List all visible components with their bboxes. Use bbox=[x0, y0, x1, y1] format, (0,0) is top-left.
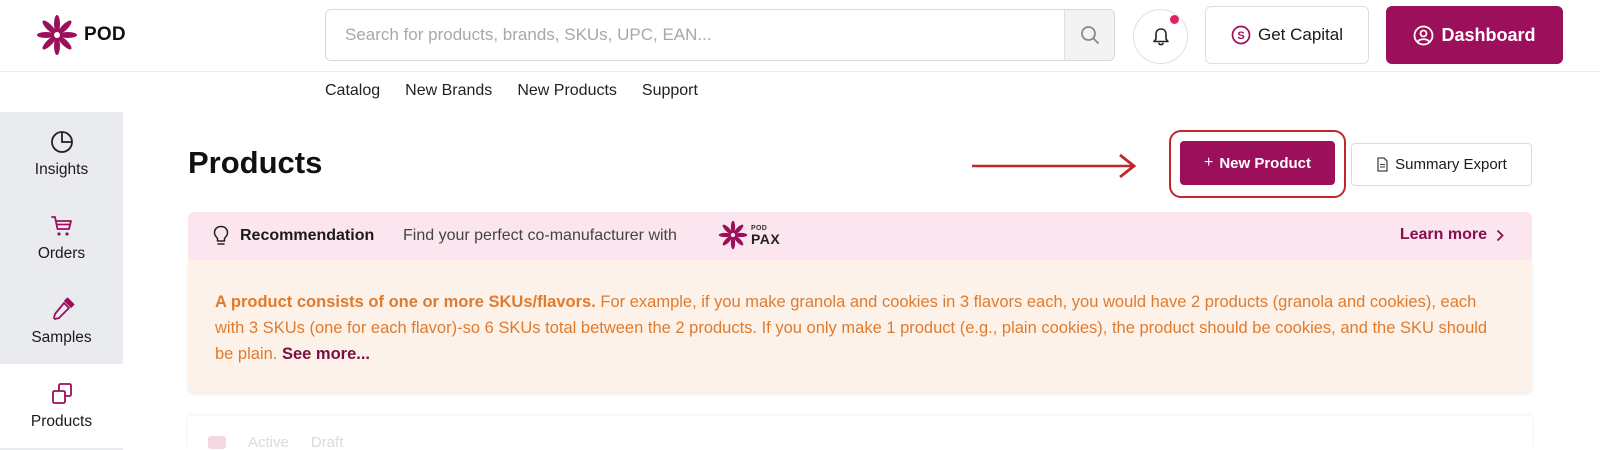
pod-logo[interactable]: POD bbox=[36, 14, 126, 56]
dropper-icon bbox=[52, 297, 74, 320]
sidebar-item-label: Samples bbox=[31, 329, 92, 346]
get-capital-button[interactable]: S Get Capital bbox=[1205, 6, 1369, 64]
product-info-card: A product consists of one or more SKUs/f… bbox=[188, 260, 1532, 392]
nav-item-new-brands[interactable]: New Brands bbox=[405, 82, 492, 100]
learn-more-label: Learn more bbox=[1399, 226, 1487, 243]
get-capital-label: Get Capital bbox=[1257, 25, 1344, 44]
nav-item-support[interactable]: Support bbox=[642, 82, 698, 100]
nav-item-new-products[interactable]: New Products bbox=[517, 82, 617, 100]
dollar-circle-icon: S bbox=[1231, 25, 1251, 45]
document-icon bbox=[1377, 157, 1388, 172]
svg-text:S: S bbox=[1237, 30, 1244, 42]
recommendation-text: Find your perfect co-manufacturer with bbox=[403, 227, 677, 244]
sidebar: Insights Orders Samples Products bbox=[0, 112, 123, 450]
sidebar-item-products[interactable]: Products bbox=[0, 364, 123, 448]
plus-icon: + bbox=[1203, 154, 1214, 171]
sidebar-item-label: Insights bbox=[34, 161, 89, 178]
chevron-right-icon bbox=[1496, 229, 1504, 241]
sidebar-item-orders[interactable]: Orders bbox=[0, 196, 123, 280]
pax-big-text: PAX bbox=[751, 230, 781, 247]
bell-icon bbox=[1152, 27, 1169, 45]
pie-chart-icon bbox=[50, 131, 73, 153]
dashboard-label: Dashboard bbox=[1441, 24, 1536, 45]
all-tab-badge[interactable] bbox=[208, 436, 226, 449]
top-header: POD S Get Capital Dashboard bbox=[0, 0, 1600, 72]
notifications-button[interactable] bbox=[1133, 9, 1188, 64]
flower-logo-icon bbox=[718, 220, 748, 250]
product-status-tabs: Active Draft bbox=[208, 434, 343, 450]
sidebar-item-label: Products bbox=[30, 413, 93, 430]
cart-icon bbox=[50, 216, 72, 236]
annotation-arrow-icon bbox=[972, 153, 1137, 179]
sidebar-item-samples[interactable]: Samples bbox=[0, 280, 123, 364]
dashboard-button[interactable]: Dashboard bbox=[1386, 6, 1563, 64]
recommendation-banner: Recommendation Find your perfect co-manu… bbox=[188, 212, 1532, 260]
pod-pax-logo[interactable]: POD PAX bbox=[718, 220, 780, 250]
search-input[interactable] bbox=[326, 10, 1066, 60]
info-bold-text: A product consists of one or more SKUs/f… bbox=[215, 293, 596, 311]
new-product-label: New Product bbox=[1219, 154, 1312, 172]
recommendation-label: Recommendation bbox=[240, 227, 375, 244]
tab-draft[interactable]: Draft bbox=[311, 434, 344, 450]
sidebar-item-insights[interactable]: Insights bbox=[0, 112, 123, 196]
logo-text: POD bbox=[84, 24, 126, 45]
search-bar bbox=[325, 9, 1115, 61]
products-table-card: Active Draft bbox=[188, 416, 1532, 450]
summary-export-button[interactable]: Summary Export bbox=[1351, 143, 1532, 186]
notification-dot bbox=[1170, 15, 1179, 24]
new-product-button[interactable]: + New Product bbox=[1180, 141, 1335, 185]
pax-wordmark: POD PAX bbox=[751, 225, 780, 246]
summary-export-label: Summary Export bbox=[1395, 156, 1507, 173]
page-title: Products bbox=[188, 145, 323, 180]
copy-squares-icon bbox=[51, 383, 72, 404]
user-circle-icon bbox=[1414, 25, 1434, 45]
product-info-text: A product consists of one or more SKUs/f… bbox=[215, 289, 1505, 367]
sidebar-item-label: Orders bbox=[37, 245, 86, 262]
main-nav: Catalog New Brands New Products Support bbox=[325, 82, 698, 100]
search-icon bbox=[1080, 26, 1099, 44]
flower-logo-icon bbox=[37, 15, 77, 55]
learn-more-link[interactable]: Learn more bbox=[1400, 226, 1504, 244]
search-button[interactable] bbox=[1064, 10, 1114, 60]
lightbulb-icon bbox=[213, 225, 229, 245]
tab-active[interactable]: Active bbox=[248, 434, 289, 450]
nav-item-catalog[interactable]: Catalog bbox=[325, 82, 380, 100]
see-more-link[interactable]: See more... bbox=[282, 345, 370, 363]
